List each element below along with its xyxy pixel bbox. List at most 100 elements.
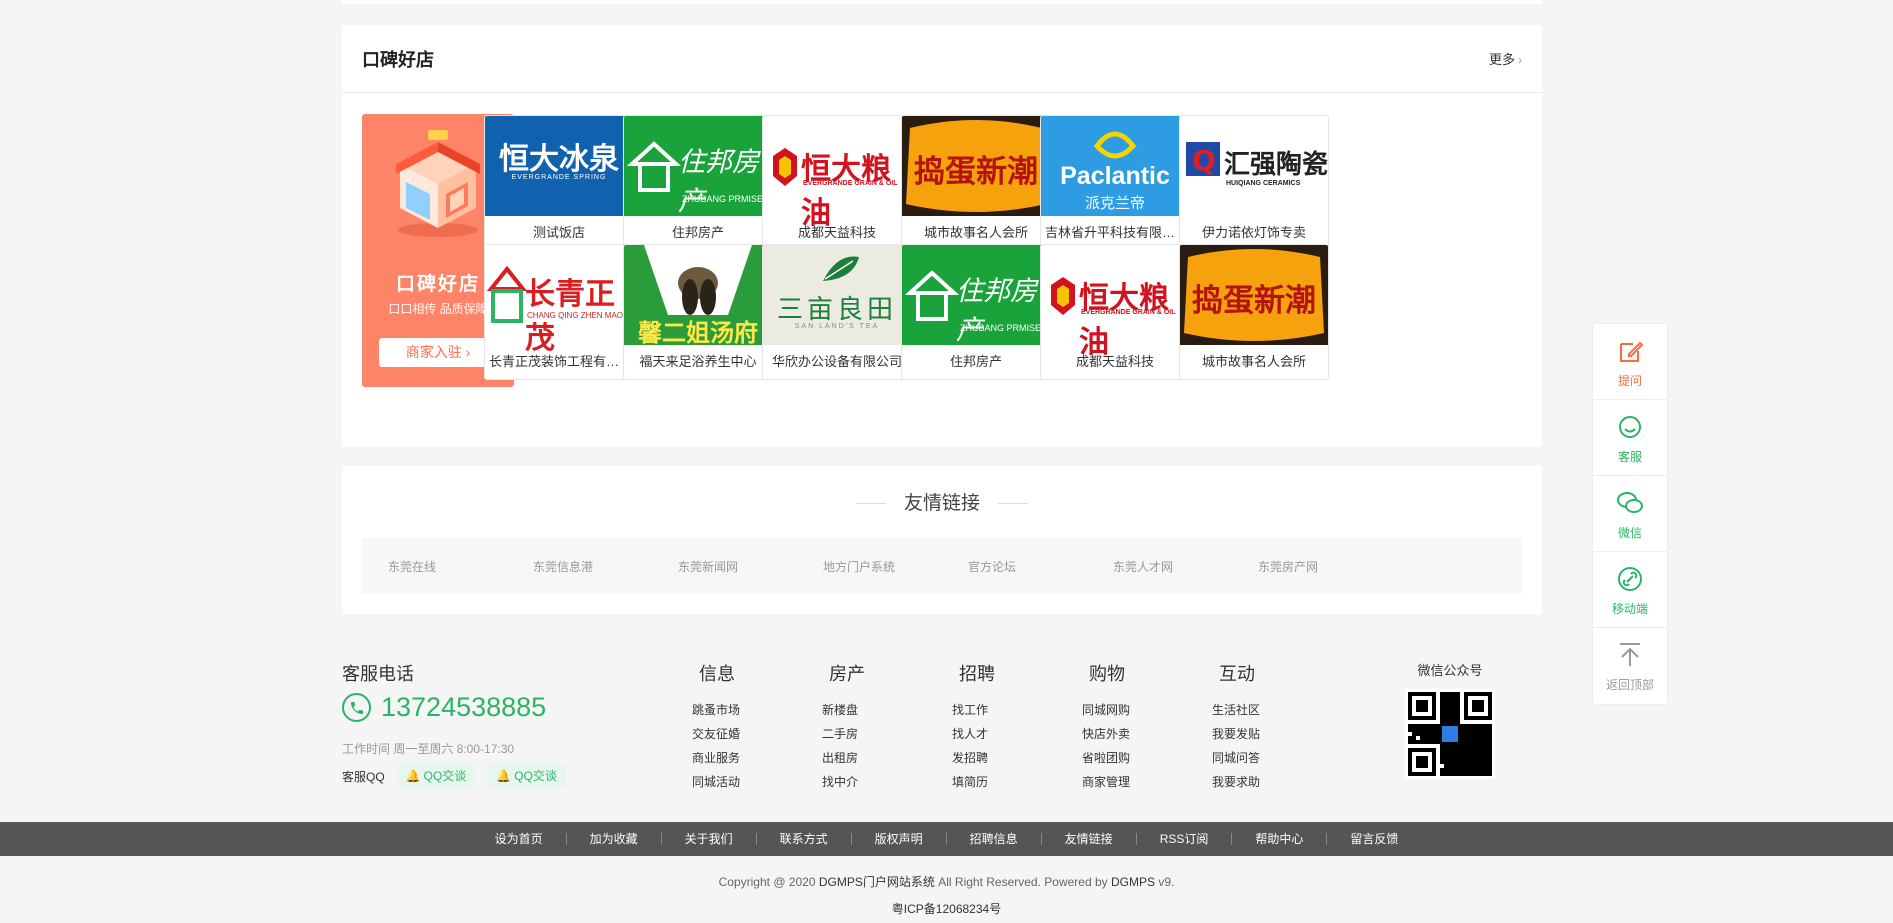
store-logo-text: 恒大粮油 EVERGRANDE GRAIN & OIL [801,153,898,230]
footer-link[interactable]: 跳蚤市场 [692,698,792,722]
bottom-nav-link[interactable]: 版权声明 [850,833,946,845]
bottom-nav-link[interactable]: 帮助中心 [1231,833,1326,845]
store-card[interactable]: 长青正茂CHANG QING ZHEN MAO 长青正茂装饰工程有限公司 [484,244,634,380]
icp-number[interactable]: 粤ICP备12068234号 [0,900,1893,917]
footer-link[interactable]: 找工作 [952,698,1052,722]
side-toolbar-item[interactable]: 微信 [1593,476,1667,552]
bottom-nav-link[interactable]: 招聘信息 [945,833,1041,845]
copyright: Copyright @ 2020 DGMPS门户网站系统 All Right R… [718,875,1175,889]
side-toolbar-label: 提问 [1617,374,1642,388]
bottom-nav-link[interactable]: 加为收藏 [565,833,661,845]
footer-link[interactable]: 找中介 [822,770,922,794]
side-toolbar: 提问客服 微信 移动端 返回顶部 [1592,323,1668,705]
wechat-qr-block: 微信公众号 [1402,660,1498,779]
store-name: 福天来足浴养生中心 [639,354,757,369]
store-logo-text: 长青正茂 CHANG QING ZHEN MAO [525,278,624,355]
bottom-nav-link[interactable]: RSS订阅 [1135,833,1232,845]
back-to-top-icon [1615,640,1645,670]
merchant-join-button[interactable]: 商家入驻 › [379,338,497,367]
store-card[interactable]: Q 汇强陶瓷 HUIQIANG CERAMICS 伊力诺依灯饰专卖 [1179,115,1329,251]
footer-link[interactable]: 同城问答 [1212,746,1312,770]
footer-link[interactable]: 同城网购 [1082,698,1182,722]
store-logo-text: 住邦房产 ZHUBANG PRMISES [678,147,770,216]
footer-link[interactable]: 我要求助 [1212,770,1312,794]
footer-link[interactable]: 发招聘 [952,746,1052,770]
footer-link[interactable]: 生活社区 [1212,698,1312,722]
friend-links-title: 友情链接 [342,488,1542,515]
brand-link[interactable]: DGMPS [1111,875,1155,889]
stores-title: 口碑好店 [362,49,434,70]
qq-chat-button[interactable]: 🔔 QQ交谈 [396,764,476,788]
footer-column-title: 招聘 [959,664,995,684]
store-card[interactable]: Paclantic 派克兰帝 吉林省升平科技有限公司 [1040,115,1190,251]
bottom-nav-link[interactable]: 设为首页 [472,833,566,845]
store-name: 伊力诺依灯饰专卖 [1201,225,1306,240]
store-card[interactable]: 住邦房产 ZHUBANG PRMISES 住邦房产 [623,115,773,251]
store-logo-text: 恒大冰泉 EVERGRANDE SPRING [499,143,619,181]
store-logo-text: Paclantic 派克兰帝 [1060,162,1170,212]
friend-link[interactable]: 东莞房产网 [1258,558,1403,575]
footer-column-title: 购物 [1089,664,1125,684]
footer-column: 互动生活社区 我要发贴 同城问答 我要求助 [1212,660,1312,794]
footer-link[interactable]: 我要发贴 [1212,722,1312,746]
store-card[interactable]: 馨二姐汤府 福天来足浴养生中心 [623,244,773,380]
footer-link[interactable]: 二手房 [822,722,922,746]
footer-column-title: 互动 [1219,664,1255,684]
chat-smile-icon [1615,412,1645,442]
store-name: 长青正茂装饰工程有限公司 [489,354,629,369]
footer-link[interactable]: 省啦团购 [1082,746,1182,770]
footer-link[interactable]: 快店外卖 [1082,722,1182,746]
friend-link[interactable]: 官方论坛 [968,558,1113,575]
footer-link[interactable]: 找人才 [952,722,1052,746]
stores-more-link[interactable]: 更多 › [1489,49,1522,68]
side-toolbar-item[interactable]: 客服 [1593,400,1667,476]
store-card[interactable]: 捣蛋新潮 城市故事名人会所 [1179,244,1329,380]
shop-icon [396,130,480,237]
site-name-link[interactable]: DGMPS门户网站系统 [819,875,935,889]
hotline-title: 客服电话 [342,664,414,684]
store-name: 城市故事名人会所 [1201,354,1306,369]
friend-link[interactable]: 东莞在线 [388,558,533,575]
store-logo-text: 捣蛋新潮 [914,154,1038,189]
store-logo-text: 三亩良田 SAN LAND'S TEA [776,294,897,330]
store-name: 吉林省升平科技有限公司 [1045,225,1185,240]
footer-column: 房产 新楼盘 二手房 出租房 找中介 [822,660,922,794]
edit-icon [1615,336,1645,366]
store-card[interactable]: 恒大冰泉 EVERGRANDE SPRING 测试饭店 [484,115,634,251]
store-name: 城市故事名人会所 [923,225,1028,240]
store-card[interactable]: 住邦房产 ZHUBANG PRMISES 住邦房产 [901,244,1051,380]
friend-link[interactable]: 东莞信息港 [533,558,678,575]
store-name: 住邦房产 [949,354,1002,369]
friend-link[interactable]: 东莞新闻网 [678,558,823,575]
store-card[interactable]: 捣蛋新潮 城市故事名人会所 [901,115,1051,251]
side-toolbar-item[interactable]: 移动端 [1593,552,1667,628]
qq-row: 客服QQ 🔔 QQ交谈 🔔 QQ交谈 [342,764,566,788]
bottom-nav-link[interactable]: 联系方式 [755,833,851,845]
footer-link[interactable]: 交友征婚 [692,722,792,746]
footer-link[interactable]: 出租房 [822,746,922,770]
footer-column-title: 信息 [699,664,735,684]
store-card[interactable]: 三亩良田 SAN LAND'S TEA 华欣办公设备有限公司 [762,244,912,380]
phone-number: 13724538885 [381,692,547,722]
side-toolbar-item[interactable]: 返回顶部 [1593,628,1667,704]
store-card[interactable]: 恒大粮油 EVERGRANDE GRAIN & OIL 成都天益科技 [1040,244,1190,380]
qq-chat-button[interactable]: 🔔 QQ交谈 [487,764,566,788]
footer-link[interactable]: 商业服务 [692,746,792,770]
side-toolbar-item[interactable]: 提问 [1593,324,1667,400]
footer-link[interactable]: 同城活动 [692,770,792,794]
phone-icon [342,693,371,722]
footer-link[interactable]: 新楼盘 [822,698,922,722]
bottom-nav-link[interactable]: 留言反馈 [1326,833,1421,845]
store-name: 华欣办公设备有限公司 [771,354,902,369]
stores-section: 口碑好店 更多 › 口碑好店 口口相传 品质保障 商家入驻 › 恒大冰泉 EVERG… [342,25,1542,447]
qq-icon: 🔔 [496,769,512,783]
bottom-nav-link[interactable]: 关于我们 [660,833,756,845]
footer-link[interactable]: 商家管理 [1082,770,1182,794]
footer-link[interactable]: 填简历 [952,770,1052,794]
store-logo-text: 捣蛋新潮 [1192,283,1316,318]
bottom-nav-link[interactable]: 友情链接 [1040,833,1136,845]
qq-icon: 🔔 [405,769,421,783]
store-card[interactable]: 恒大粮油 EVERGRANDE GRAIN & OIL 成都天益科技 [762,115,912,251]
friend-link[interactable]: 东莞人才网 [1113,558,1258,575]
friend-link[interactable]: 地方门户系统 [823,558,968,575]
